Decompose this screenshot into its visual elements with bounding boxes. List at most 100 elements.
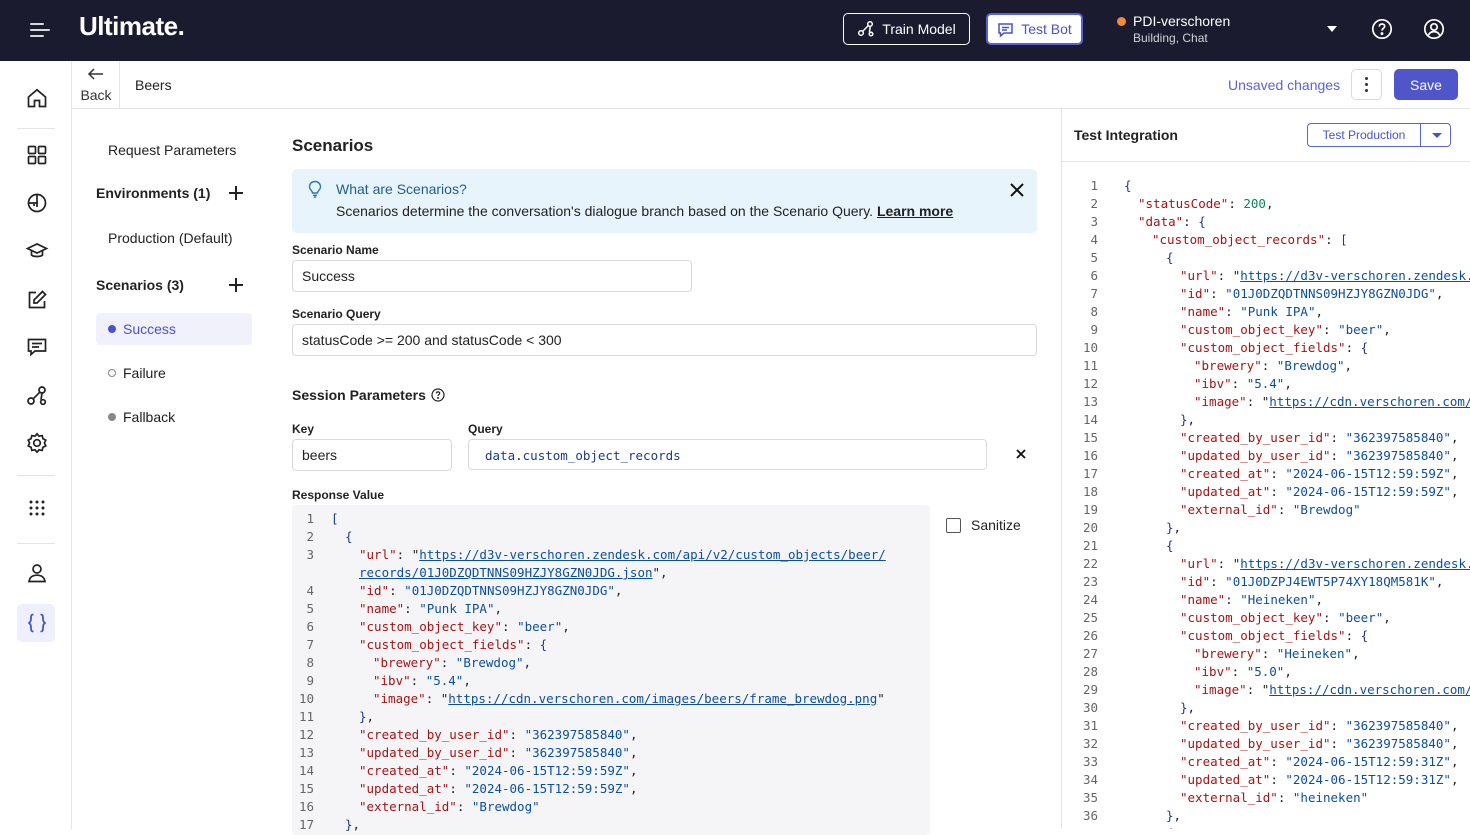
test-environment-dropdown[interactable]: Test Production [1307, 123, 1451, 147]
learn-more-link[interactable]: Learn more [877, 203, 953, 219]
code-text: "name": "Punk IPA", [359, 600, 502, 618]
session-query-input[interactable]: data.custom_object_records [468, 439, 987, 470]
code-token[interactable]: records/01J0DZQDTNNS09HZJY8GZN0JDG.json [359, 565, 653, 580]
code-line: 20}, [1062, 519, 1470, 537]
help-circle-icon[interactable] [431, 388, 445, 402]
code-line: 24 "name": "Heineken", [1062, 591, 1470, 609]
code-token: "2024-06-15T12:59:59Z" [1285, 484, 1451, 499]
code-braces-icon[interactable] [25, 611, 49, 635]
add-environment-icon[interactable] [229, 186, 243, 200]
code-token: , [1352, 646, 1360, 661]
code-token: "external_id" [1180, 502, 1278, 517]
bot-name[interactable]: PDI-verschoren [1133, 13, 1230, 29]
scenario-name-input[interactable]: Success [292, 260, 692, 292]
user-account-icon[interactable] [1423, 18, 1445, 40]
scenario-item-success[interactable]: Success [96, 313, 252, 345]
code-token[interactable]: https://cdn.verschoren.com/i [1269, 394, 1470, 409]
code-line: 6 "custom_object_key": "beer", [292, 618, 930, 636]
line-number: 33 [1082, 754, 1098, 769]
dashboard-grid-icon[interactable] [25, 143, 49, 167]
profile-person-icon[interactable] [25, 561, 49, 585]
line-number: 16 [1082, 448, 1098, 463]
sidebar-item-production[interactable]: Production (Default) [108, 230, 233, 246]
line-number: 10 [298, 691, 314, 706]
help-icon[interactable] [1371, 18, 1393, 40]
line-number: 37 [1076, 825, 1098, 829]
scenario-item-failure[interactable]: Failure [96, 357, 252, 389]
code-token: , [1435, 286, 1444, 301]
code-token: , [1383, 322, 1391, 337]
code-token: : [1270, 484, 1286, 499]
code-line: 6 "url": "https://d3v-verschoren.zendesk.… [1062, 267, 1470, 285]
back-button[interactable]: Back [80, 67, 112, 103]
code-token[interactable]: https://cdn.verschoren.com/images/beers/… [448, 691, 877, 706]
code-text: "id": "01J0DZQDTNNS09HZJY8GZN0JDG", [1180, 285, 1443, 303]
code-token: "2024-06-15T12:59:59Z" [464, 763, 630, 778]
code-token: "Brewdog" [1292, 502, 1361, 517]
line-number: 29 [1082, 682, 1098, 697]
info-title: What are Scenarios? [336, 181, 467, 197]
code-token[interactable]: https://d3v-verschoren.zendesk.c [1240, 268, 1470, 283]
code-token[interactable]: https://cdn.verschoren.com/i [1269, 682, 1470, 697]
code-token: : [1330, 430, 1346, 445]
chevron-down-icon[interactable] [1432, 133, 1442, 138]
line-number: 13 [298, 745, 314, 760]
code-line: 4 "id": "01J0DZQDTNNS09HZJY8GZN0JDG", [292, 582, 930, 600]
scenario-query-input[interactable]: statusCode >= 200 and statusCode < 300 [292, 324, 1037, 356]
train-model-icon [858, 20, 874, 37]
code-text: "id": "01J0DZQDTNNS09HZJY8GZN0JDG", [359, 582, 622, 600]
code-text: { [1166, 249, 1174, 267]
code-token: , [1450, 430, 1459, 445]
line-number: 19 [1082, 502, 1098, 517]
train-model-button[interactable]: Train Model [843, 13, 970, 45]
edit-content-icon[interactable] [25, 288, 49, 312]
scenarios-header: Scenarios (3) [96, 277, 184, 293]
code-token[interactable]: https://d3v-verschoren.zendesk.com/api/v… [419, 547, 886, 562]
bot-selector-chevron-icon[interactable] [1327, 26, 1337, 32]
code-line: 7 "id": "01J0DZQDTNNS09HZJY8GZN0JDG", [1062, 285, 1470, 303]
integrations-nodes-icon[interactable] [25, 384, 49, 408]
home-icon[interactable] [25, 86, 49, 110]
code-token: : [1210, 286, 1226, 301]
menu-icon[interactable] [30, 20, 52, 40]
line-number: 15 [298, 781, 314, 796]
code-line: 23 "id": "01J0DZPJ4EWT5P74XY18QM581K", [1062, 573, 1470, 591]
code-token: } [1180, 412, 1188, 427]
code-line: records/01J0DZQDTNNS09HZJY8GZN0JDG.json"… [292, 564, 930, 582]
code-line: 2{ [292, 528, 930, 546]
scenario-status-dot [108, 413, 116, 421]
app-logo[interactable]: Ultimate. [79, 11, 185, 42]
conversations-icon[interactable] [25, 335, 49, 359]
code-line: 11 "brewery": "Brewdog", [1062, 357, 1470, 375]
remove-parameter-icon[interactable] [1014, 447, 1028, 461]
code-token: " [877, 691, 885, 706]
code-token: "362397585840" [1345, 718, 1451, 733]
session-key-input[interactable]: beers [292, 439, 452, 471]
apps-grid-icon[interactable] [25, 496, 49, 520]
scenario-item-fallback[interactable]: Fallback [96, 401, 252, 433]
add-scenario-icon[interactable] [229, 278, 243, 292]
sanitize-toggle[interactable]: Sanitize [946, 517, 1021, 533]
close-icon[interactable] [1008, 181, 1026, 199]
save-button[interactable]: Save [1394, 69, 1458, 100]
code-line: 32 "updated_by_user_id": "362397585840", [1062, 735, 1470, 753]
code-text: "data": { [1138, 213, 1206, 231]
training-cap-icon[interactable] [25, 239, 49, 263]
code-token: [ [331, 511, 339, 526]
response-value-editor[interactable]: 1[2{3 "url": "https://d3v-verschoren.zend… [292, 505, 930, 835]
sidebar-item-request-parameters[interactable]: Request Parameters [108, 142, 236, 158]
code-token: "Heineken" [1240, 592, 1316, 607]
more-options-button[interactable] [1351, 69, 1382, 100]
code-token: : [1325, 232, 1341, 247]
settings-gear-icon[interactable] [25, 431, 49, 455]
code-token[interactable]: https://d3v-verschoren.zendesk.c [1240, 556, 1470, 571]
code-token: , [1450, 448, 1459, 463]
code-text: "image": "https://cdn.verschoren.com/ima… [373, 690, 885, 708]
test-production-button[interactable]: Test Production [1308, 128, 1420, 142]
scenario-name-label: Scenario Name [292, 243, 379, 257]
test-bot-button[interactable]: Test Bot [986, 13, 1083, 45]
code-text: records/01J0DZQDTNNS09HZJY8GZN0JDG.json"… [359, 564, 668, 582]
code-line: 31 "created_by_user_id": "362397585840", [1062, 717, 1470, 735]
analytics-chart-icon[interactable] [25, 191, 49, 215]
sanitize-checkbox[interactable] [946, 517, 961, 533]
